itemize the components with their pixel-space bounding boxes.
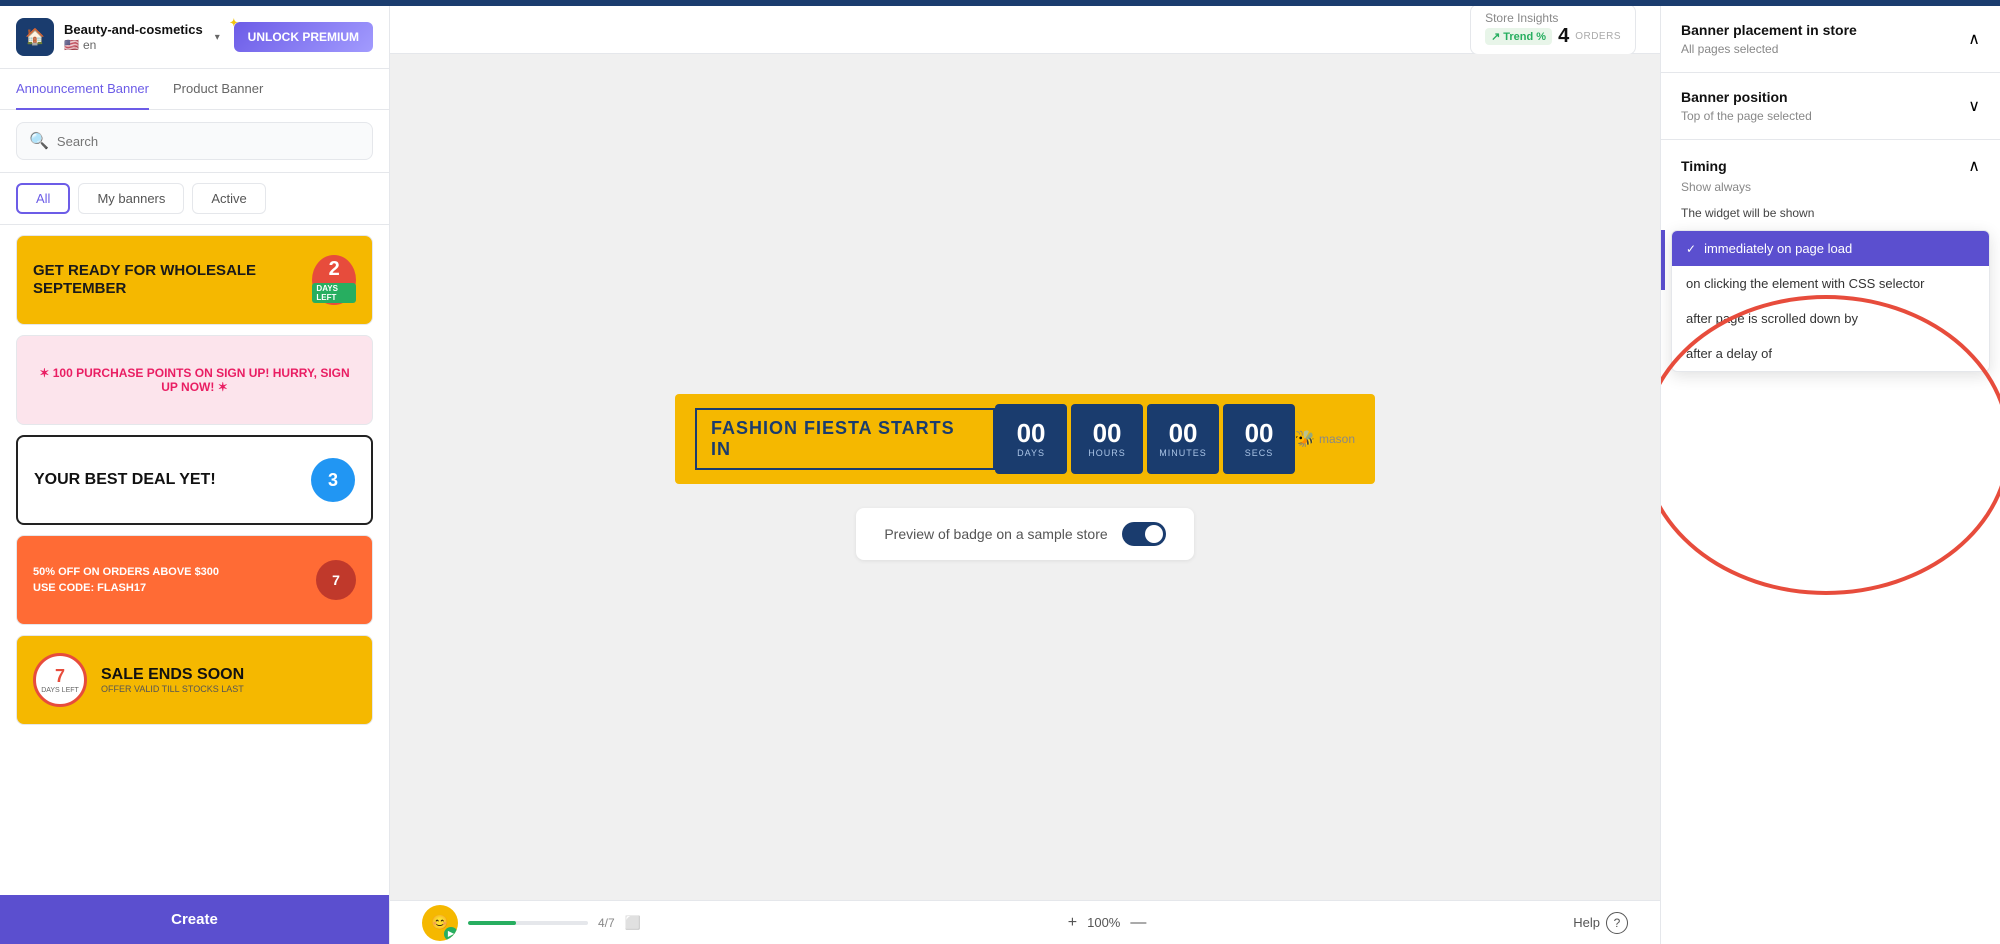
chevron-up-icon: ∧: [1968, 29, 1980, 49]
store-info[interactable]: 🏠 Beauty-and-cosmetics 🇺🇸 en ▾: [16, 18, 220, 56]
list-item[interactable]: 50% OFF ON ORDERS ABOVE $300 USE CODE: F…: [16, 535, 373, 625]
banner-placement-section: Banner placement in store All pages sele…: [1661, 6, 2000, 73]
dropdown-item-immediate[interactable]: ✓ immediately on page load: [1672, 231, 1989, 266]
preview-area: FASHION FIESTA STARTS IN 00 DAYS 00 HOUR…: [390, 54, 1660, 900]
countdown-seconds: 00 SECS: [1223, 404, 1295, 474]
timing-dropdown: ✓ immediately on page load on clicking t…: [1671, 230, 1990, 372]
minus-icon[interactable]: —: [1130, 914, 1146, 932]
progress-bar: [468, 921, 588, 925]
chevron-up2-icon: ∧: [1968, 156, 1980, 176]
bottom-bar: 😊 ▶ 4/7 ⬜ + 100% — Help ?: [390, 900, 1660, 944]
banner-placement-title: Banner placement in store: [1681, 22, 1857, 38]
store-insights-card: Store Insights ↗ Trend % 4 ORDERS: [1470, 6, 1636, 55]
banner-position-header[interactable]: Banner position Top of the page selected…: [1681, 89, 1980, 123]
countdown-days: 00 DAYS: [995, 404, 1067, 474]
plus-icon[interactable]: +: [1068, 914, 1077, 932]
zoom-level: 100%: [1087, 915, 1120, 930]
search-icon: 🔍: [29, 131, 49, 151]
dropdown-item-css-selector[interactable]: on clicking the element with CSS selecto…: [1672, 266, 1989, 301]
list-item[interactable]: GET READY FOR WHOLESALE SEPTEMBER 2 DAYS…: [16, 235, 373, 325]
check-icon: ✓: [1686, 242, 1696, 256]
create-button[interactable]: Create: [0, 895, 389, 944]
banner-code-text: USE CODE: FLASH17: [33, 582, 219, 594]
page-indicator: 4/7: [598, 916, 615, 930]
list-item[interactable]: 7 DAYS LEFT SALE ENDS SOON OFFER VALID T…: [16, 635, 373, 725]
orders-label: ORDERS: [1575, 31, 1621, 42]
banner-text: GET READY FOR WHOLESALE SEPTEMBER: [33, 262, 312, 298]
flag-icon: 🇺🇸: [64, 38, 79, 52]
banner-position-title: Banner position: [1681, 89, 1812, 105]
store-name: Beauty-and-cosmetics: [64, 22, 203, 38]
widget-shown-label: The widget will be shown: [1681, 206, 1980, 220]
sidebar-header: 🏠 Beauty-and-cosmetics 🇺🇸 en ▾ UNLOCK PR…: [0, 6, 389, 69]
flash-badge: 7: [316, 560, 356, 600]
main-top-bar: Store Insights ↗ Trend % 4 ORDERS: [390, 6, 1660, 54]
timing-title: Timing: [1681, 158, 1727, 174]
trend-badge: ↗ Trend %: [1485, 28, 1552, 45]
mason-logo: 🐝 mason: [1295, 429, 1355, 449]
tab-product-banner[interactable]: Product Banner: [173, 69, 263, 110]
left-blue-bar: [1661, 230, 1665, 290]
banner-text: ✶ 100 PURCHASE POINTS ON SIGN UP! HURRY,…: [33, 366, 356, 394]
search-input-wrap: 🔍: [16, 122, 373, 160]
countdown-circle: 7 DAYS LEFT: [33, 653, 87, 707]
banner-text: YOUR BEST DEAL YET!: [34, 471, 216, 489]
timing-subtitle: Show always: [1681, 180, 1980, 194]
dropdown-item-delay[interactable]: after a delay of: [1672, 336, 1989, 371]
sale-text: SALE ENDS SOON OFFER VALID TILL STOCKS L…: [101, 666, 244, 694]
preview-toggle[interactable]: [1122, 522, 1166, 546]
filter-active-button[interactable]: Active: [192, 183, 265, 214]
store-lang: 🇺🇸 en: [64, 38, 203, 52]
search-input[interactable]: [57, 134, 360, 149]
toggle-knob: [1145, 525, 1163, 543]
filter-buttons: All My banners Active: [0, 173, 389, 225]
orders-count: 4: [1558, 25, 1569, 48]
deal-badge: 3: [311, 458, 355, 502]
banner-text: 50% OFF ON ORDERS ABOVE $300: [33, 566, 219, 578]
help-circle-icon: ?: [1606, 912, 1628, 934]
progress-fill: [468, 921, 516, 925]
banner-placement-sub: All pages selected: [1681, 42, 1857, 56]
chevron-down2-icon: ∨: [1968, 96, 1980, 116]
unlock-premium-button[interactable]: UNLOCK PREMIUM: [234, 22, 373, 52]
timing-header[interactable]: Timing ∧: [1681, 156, 1980, 176]
help-button[interactable]: Help ?: [1573, 912, 1628, 934]
page-frame-icon: ⬜: [625, 915, 641, 931]
list-item[interactable]: YOUR BEST DEAL YET! 3: [16, 435, 373, 525]
search-bar: 🔍: [0, 110, 389, 173]
fashion-banner-preview: FASHION FIESTA STARTS IN 00 DAYS 00 HOUR…: [675, 394, 1375, 484]
store-icon: 🏠: [16, 18, 54, 56]
countdown-minutes: 00 MINUTES: [1147, 404, 1219, 474]
store-name-block: Beauty-and-cosmetics 🇺🇸 en: [64, 22, 203, 52]
zoom-controls: + 100% —: [1068, 914, 1147, 932]
right-panel: Banner placement in store All pages sele…: [1660, 6, 2000, 944]
avatar[interactable]: 😊 ▶: [422, 905, 458, 941]
banner-position-section: Banner position Top of the page selected…: [1661, 73, 2000, 140]
chevron-down-icon: ▾: [215, 32, 220, 43]
banner-badge: 2 DAYS LEFT: [312, 255, 356, 305]
progress-bar-wrap: [468, 921, 588, 925]
filter-my-banners-button[interactable]: My banners: [78, 183, 184, 214]
banner-tabs: Announcement Banner Product Banner: [0, 69, 389, 110]
countdown-hours: 00 HOURS: [1071, 404, 1143, 474]
trend-arrow-icon: ↗: [1491, 30, 1500, 43]
preview-badge-label: Preview of badge on a sample store: [884, 526, 1107, 542]
banner-position-sub: Top of the page selected: [1681, 109, 1812, 123]
main-content: Store Insights ↗ Trend % 4 ORDERS FASHIO…: [390, 6, 1660, 944]
countdown-blocks: 00 DAYS 00 HOURS 00 MINUTES 00 SECS: [995, 404, 1295, 474]
sidebar: 🏠 Beauty-and-cosmetics 🇺🇸 en ▾ UNLOCK PR…: [0, 6, 390, 944]
insights-label: Store Insights: [1485, 11, 1621, 25]
banner-placement-header[interactable]: Banner placement in store All pages sele…: [1681, 22, 1980, 56]
filter-all-button[interactable]: All: [16, 183, 70, 214]
dropdown-item-scroll[interactable]: after page is scrolled down by: [1672, 301, 1989, 336]
play-icon: ▶: [444, 927, 458, 941]
preview-badge-row: Preview of badge on a sample store: [856, 508, 1193, 560]
tab-announcement-banner[interactable]: Announcement Banner: [16, 69, 149, 110]
timing-section: Timing ∧ Show always The widget will be …: [1661, 140, 2000, 244]
fashion-banner-text: FASHION FIESTA STARTS IN: [695, 408, 995, 470]
list-item[interactable]: ✶ 100 PURCHASE POINTS ON SIGN UP! HURRY,…: [16, 335, 373, 425]
banner-list: GET READY FOR WHOLESALE SEPTEMBER 2 DAYS…: [0, 225, 389, 895]
